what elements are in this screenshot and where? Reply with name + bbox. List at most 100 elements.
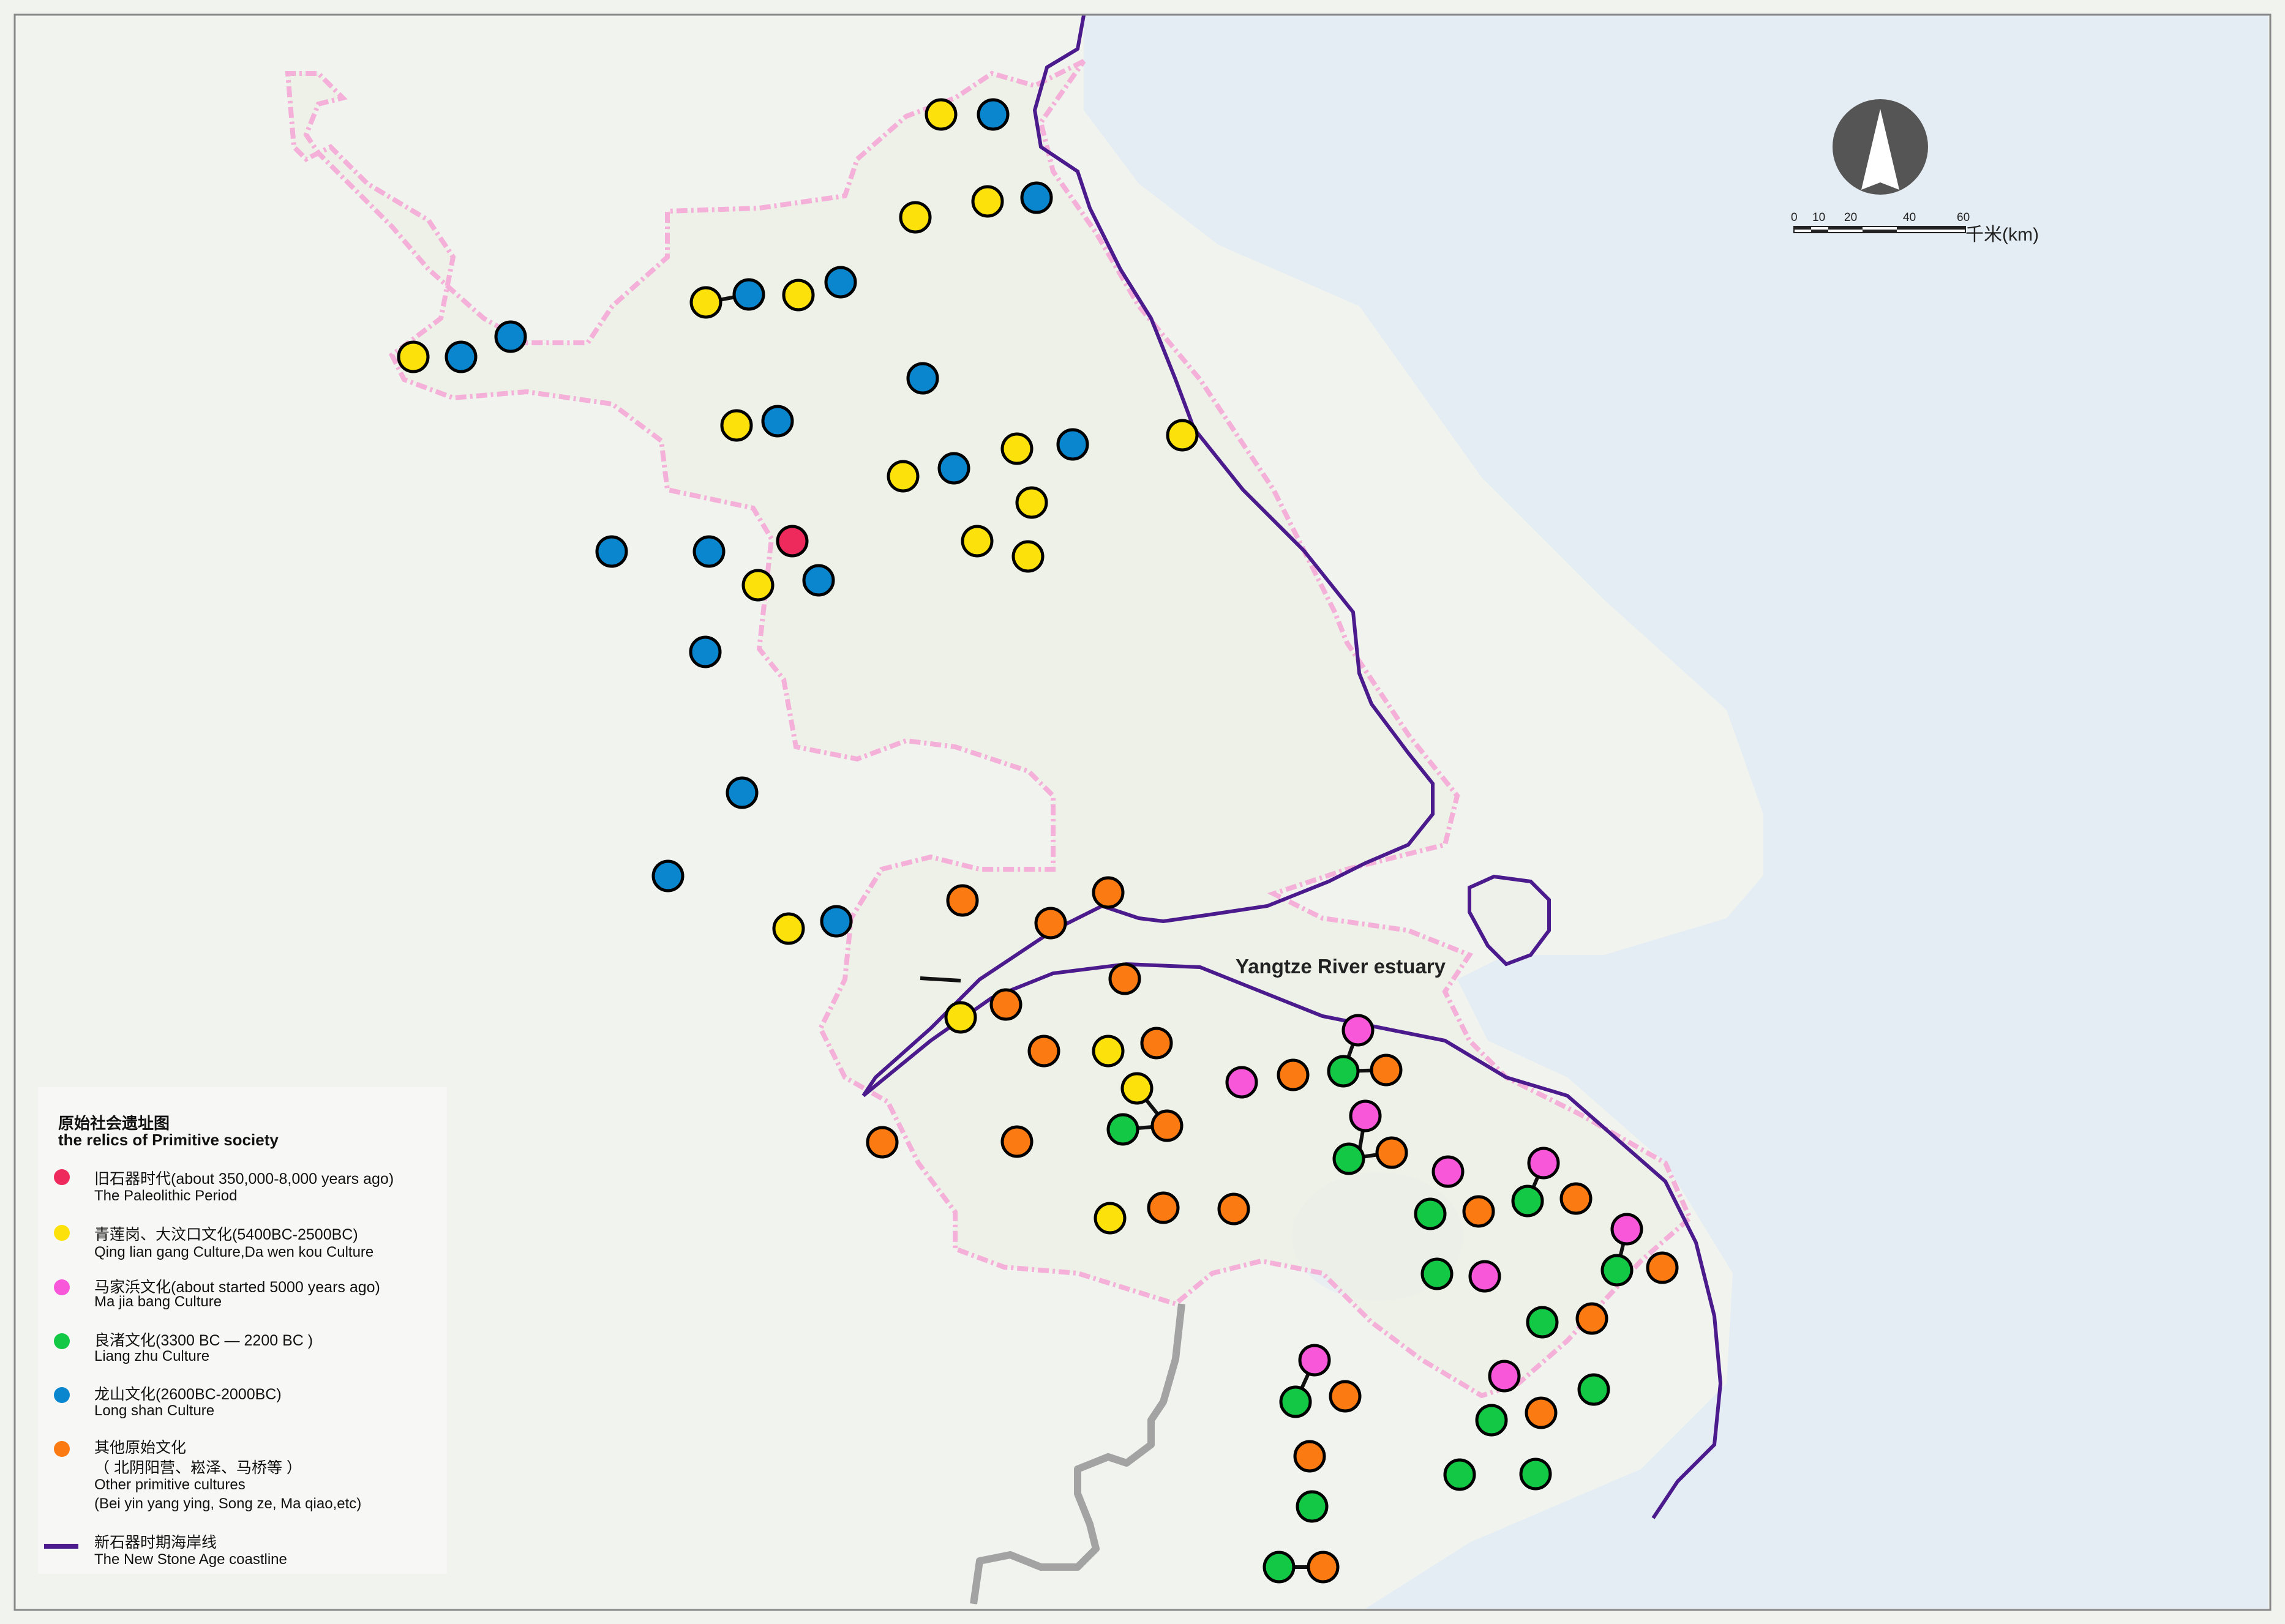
site-marker-majiabang[interactable] xyxy=(1431,1155,1465,1188)
site-marker-liangzhu[interactable] xyxy=(1443,1458,1476,1491)
site-marker-other[interactable] xyxy=(1092,876,1125,909)
site-marker-other[interactable] xyxy=(1462,1195,1495,1228)
site-marker-majiabang[interactable] xyxy=(1488,1360,1521,1393)
site-marker-longshan[interactable] xyxy=(595,535,628,568)
site-marker-qinglian[interactable] xyxy=(782,279,815,312)
site-marker-qinglian[interactable] xyxy=(1000,432,1034,465)
site-marker-majiabang[interactable] xyxy=(1527,1147,1560,1180)
site-marker-qinglian[interactable] xyxy=(1094,1202,1127,1235)
site-marker-majiabang[interactable] xyxy=(1341,1014,1375,1047)
site-marker-other[interactable] xyxy=(1140,1027,1173,1060)
site-marker-other[interactable] xyxy=(1034,907,1067,940)
site-marker-qinglian[interactable] xyxy=(1015,486,1048,519)
site-marker-qinglian[interactable] xyxy=(925,98,958,131)
site-marker-qinglian[interactable] xyxy=(1166,419,1199,452)
site-marker-qinglian[interactable] xyxy=(1120,1072,1154,1105)
site-marker-liangzhu[interactable] xyxy=(1263,1551,1296,1584)
site-marker-longshan[interactable] xyxy=(906,362,939,395)
site-marker-liangzhu[interactable] xyxy=(1332,1142,1365,1175)
scale-tick-label: 40 xyxy=(1903,211,1916,224)
site-marker-longshan[interactable] xyxy=(820,905,853,938)
site-marker-other[interactable] xyxy=(989,988,1022,1021)
site-marker-qinglian[interactable] xyxy=(720,409,753,442)
site-marker-liangzhu[interactable] xyxy=(1420,1257,1454,1290)
legend-label-en: Ma jia bang Culture xyxy=(94,1293,222,1310)
site-marker-longshan[interactable] xyxy=(651,859,685,892)
site-marker-majiabang[interactable] xyxy=(1225,1066,1258,1099)
site-marker-other[interactable] xyxy=(1217,1192,1250,1225)
site-marker-longshan[interactable] xyxy=(824,266,857,299)
site-marker-other[interactable] xyxy=(1150,1109,1184,1142)
site-marker-liangzhu[interactable] xyxy=(1279,1385,1312,1418)
site-marker-longshan[interactable] xyxy=(802,564,835,597)
site-marker-other[interactable] xyxy=(1000,1125,1034,1158)
site-marker-qinglian[interactable] xyxy=(899,201,932,234)
site-marker-qinglian[interactable] xyxy=(971,185,1004,218)
legend-title-en: the relics of Primitive society xyxy=(58,1131,279,1149)
site-marker-other[interactable] xyxy=(946,884,979,917)
site-marker-liangzhu[interactable] xyxy=(1296,1490,1329,1523)
legend-swatch-coastline xyxy=(44,1544,78,1549)
site-marker-longshan[interactable] xyxy=(1056,428,1089,461)
legend-label-en-sub: (Bei yin yang ying, Song ze, Ma qiao,etc… xyxy=(94,1495,362,1512)
site-marker-other[interactable] xyxy=(1307,1551,1340,1584)
site-marker-majiabang[interactable] xyxy=(1349,1099,1382,1132)
site-marker-other[interactable] xyxy=(1147,1191,1180,1224)
site-marker-other[interactable] xyxy=(1370,1053,1403,1087)
site-marker-longshan[interactable] xyxy=(726,776,759,809)
legend-label-en: Qing lian gang Culture,Da wen kou Cultur… xyxy=(94,1244,374,1260)
site-marker-liangzhu[interactable] xyxy=(1577,1373,1610,1406)
site-marker-qinglian[interactable] xyxy=(1011,540,1045,573)
legend-label-coastline-en: The New Stone Age coastline xyxy=(94,1551,287,1568)
site-marker-majiabang[interactable] xyxy=(1468,1260,1501,1293)
site-marker-liangzhu[interactable] xyxy=(1519,1457,1552,1491)
site-marker-other[interactable] xyxy=(1646,1251,1679,1284)
legend-label-en: The Paleolithic Period xyxy=(94,1188,238,1204)
site-marker-other[interactable] xyxy=(1329,1380,1362,1413)
site-marker-qinglian[interactable] xyxy=(887,460,920,493)
site-marker-other[interactable] xyxy=(1559,1182,1593,1215)
site-marker-longshan[interactable] xyxy=(1020,181,1053,214)
site-marker-other[interactable] xyxy=(1575,1302,1608,1335)
legend-label-en: Other primitive cultures xyxy=(94,1476,246,1493)
site-marker-liangzhu[interactable] xyxy=(1414,1197,1447,1230)
site-marker-other[interactable] xyxy=(1525,1396,1558,1429)
site-marker-other[interactable] xyxy=(1375,1136,1408,1169)
scale-tick-label: 20 xyxy=(1844,211,1858,224)
site-marker-qinglian[interactable] xyxy=(689,286,722,319)
scale-bar xyxy=(1793,226,1966,233)
legend-swatch-majiabang xyxy=(54,1279,70,1295)
site-marker-liangzhu[interactable] xyxy=(1600,1254,1634,1287)
site-marker-longshan[interactable] xyxy=(937,452,970,485)
site-marker-liangzhu[interactable] xyxy=(1106,1113,1139,1146)
site-marker-longshan[interactable] xyxy=(692,535,726,568)
site-marker-paleolithic[interactable] xyxy=(776,525,809,558)
site-marker-majiabang[interactable] xyxy=(1610,1213,1643,1246)
site-marker-longshan[interactable] xyxy=(494,320,527,353)
site-marker-liangzhu[interactable] xyxy=(1475,1404,1508,1437)
site-marker-longshan[interactable] xyxy=(977,98,1010,131)
site-marker-qinglian[interactable] xyxy=(1092,1035,1125,1068)
site-marker-liangzhu[interactable] xyxy=(1511,1184,1544,1218)
site-marker-longshan[interactable] xyxy=(732,278,765,311)
site-marker-liangzhu[interactable] xyxy=(1526,1306,1559,1339)
site-marker-qinglian[interactable] xyxy=(397,340,430,373)
site-marker-qinglian[interactable] xyxy=(944,1001,977,1034)
site-marker-other[interactable] xyxy=(1293,1440,1326,1473)
site-marker-other[interactable] xyxy=(866,1126,899,1159)
site-marker-qinglian[interactable] xyxy=(772,912,805,945)
site-marker-qinglian[interactable] xyxy=(741,569,775,602)
estuary-label: Yangtze River estuary xyxy=(1236,955,1446,978)
legend-label-zh-sub: （ 北阴阳营、崧泽、马桥等 ） xyxy=(94,1459,302,1476)
site-marker-longshan[interactable] xyxy=(689,635,722,668)
site-marker-liangzhu[interactable] xyxy=(1327,1055,1360,1088)
site-marker-qinglian[interactable] xyxy=(961,525,994,558)
site-marker-longshan[interactable] xyxy=(761,405,794,438)
legend-swatch-liangzhu xyxy=(54,1333,70,1349)
site-marker-longshan[interactable] xyxy=(445,340,478,373)
scale-tick-label: 10 xyxy=(1812,211,1826,224)
site-marker-other[interactable] xyxy=(1027,1035,1060,1068)
site-marker-other[interactable] xyxy=(1277,1058,1310,1091)
site-marker-other[interactable] xyxy=(1108,962,1141,995)
site-marker-majiabang[interactable] xyxy=(1298,1344,1331,1377)
